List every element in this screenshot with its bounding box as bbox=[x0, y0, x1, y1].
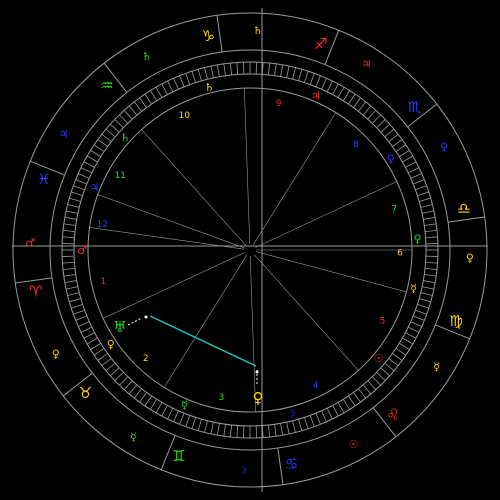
venus-marker bbox=[255, 370, 259, 374]
house-ruler-icon: ♄ bbox=[120, 132, 130, 145]
taurus-ruler-icon: ♀ bbox=[52, 347, 60, 360]
capricorn-icon: ♑ bbox=[202, 27, 215, 45]
house-number: 11 bbox=[114, 171, 125, 181]
leo-ruler-icon: ☉ bbox=[348, 438, 358, 451]
house-number: 7 bbox=[391, 205, 397, 215]
uranus-icon: ♅ bbox=[113, 318, 126, 336]
house-number: 1 bbox=[100, 277, 106, 287]
aquarius-ruler-icon: ♄ bbox=[142, 50, 152, 63]
house-ruler-icon: ☉ bbox=[374, 352, 384, 365]
capricorn-ruler-icon: ♄ bbox=[253, 24, 263, 37]
house-number: 10 bbox=[179, 111, 191, 121]
house-number: 6 bbox=[397, 249, 403, 259]
taurus-icon: ♉ bbox=[79, 384, 92, 402]
pisces-icon: ♓ bbox=[37, 170, 50, 188]
house-ruler-icon: ☽ bbox=[286, 407, 296, 420]
house-ruler-icon: ♀ bbox=[107, 338, 115, 351]
house-number: 12 bbox=[97, 220, 108, 230]
house-number: 4 bbox=[313, 381, 319, 391]
natal-chart-wheel: ♑ ♄ ♐ ♃ ♏ ♀ ♎ ♀ ♍ ☿ ♌ ☉ ♋ ☽ ♊ ☿ ♉ ♀ ♈ ♂ ♓ ♃ ♒ ♄ 1 ♂ 2 ♀ 3 ☿ 4 ☽ 5 ☉ 6 ☿ 7 ♀ 8… bbox=[0, 0, 500, 500]
scorpio-ruler-icon: ♀ bbox=[440, 141, 448, 154]
aries-ruler-icon: ♂ bbox=[25, 236, 35, 249]
house-ruler-icon: ♀ bbox=[387, 153, 395, 166]
house-number: 5 bbox=[380, 316, 386, 326]
house-number: 9 bbox=[276, 99, 282, 109]
aries-icon: ♈ bbox=[29, 283, 42, 301]
libra-icon: ♎ bbox=[457, 199, 470, 217]
libra-ruler-icon: ♀ bbox=[466, 252, 474, 265]
chart-background bbox=[0, 0, 500, 500]
scorpio-icon: ♏ bbox=[408, 98, 422, 116]
aquarius-icon: ♒ bbox=[100, 76, 113, 94]
house-ruler-icon: ☿ bbox=[181, 399, 188, 412]
cancer-ruler-icon: ☽ bbox=[237, 464, 247, 477]
virgo-icon: ♍ bbox=[449, 312, 462, 330]
gemini-ruler-icon: ☿ bbox=[130, 431, 137, 444]
pisces-ruler-icon: ♃ bbox=[58, 127, 68, 140]
house-number: 3 bbox=[219, 393, 225, 403]
house-ruler-icon: ♃ bbox=[311, 89, 321, 102]
house-ruler-icon: ♄ bbox=[204, 81, 214, 94]
house-ruler-icon: ♃ bbox=[89, 181, 99, 194]
house-ruler-icon: ♂ bbox=[77, 244, 87, 257]
sagittarius-ruler-icon: ♃ bbox=[362, 57, 372, 70]
virgo-ruler-icon: ☿ bbox=[433, 361, 440, 374]
house-number: 8 bbox=[353, 140, 359, 150]
house-ruler-icon: ♀ bbox=[414, 232, 422, 245]
venus-icon: ♀ bbox=[253, 389, 264, 407]
gemini-icon: ♊ bbox=[172, 447, 185, 465]
house-number: 2 bbox=[143, 354, 149, 364]
house-ruler-icon: ☿ bbox=[410, 282, 417, 295]
sagittarius-icon: ♐ bbox=[314, 35, 327, 53]
leo-icon: ♌ bbox=[386, 406, 399, 424]
uranus-marker bbox=[144, 315, 148, 319]
cancer-icon: ♋ bbox=[285, 455, 298, 473]
